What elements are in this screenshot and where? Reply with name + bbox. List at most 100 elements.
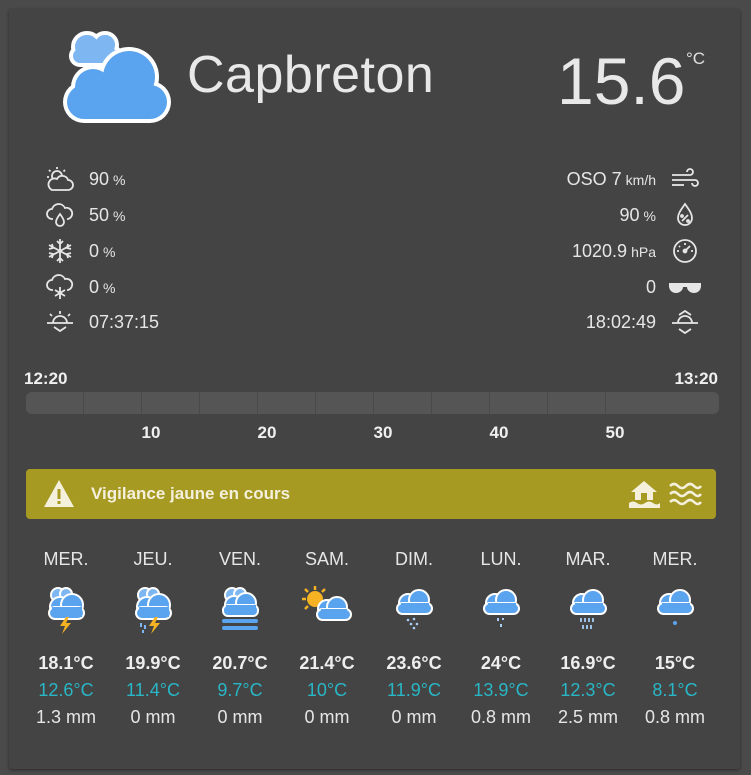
- forecast-rain: 0 mm: [391, 707, 437, 727]
- forecast-day: SAM. 21.4°C 10°C 0 mm: [284, 549, 370, 728]
- forecast-day-name: SAM.: [304, 549, 349, 569]
- timeline-end: 13:20: [674, 369, 718, 388]
- timeline-label: 20: [257, 423, 277, 442]
- forecast-day-name: MAR.: [565, 549, 611, 569]
- forecast-min-temp: 12.3°C: [560, 680, 616, 700]
- forecast-day-name: MER.: [43, 549, 89, 569]
- forecast-min-temp: 10°C: [306, 680, 348, 700]
- forecast-day-name: DIM.: [395, 549, 433, 569]
- uv-row: 0: [646, 274, 702, 300]
- humidity-icon: [668, 202, 702, 228]
- forecast-max-temp: 18.1°C: [38, 653, 94, 673]
- timeline-tick: [315, 392, 316, 414]
- forecast-rain: 0 mm: [130, 707, 176, 727]
- forecast-day-name: VEN.: [218, 549, 261, 569]
- forecast-day: VEN. 20.7°C 9.7°C 0 mm: [197, 549, 283, 728]
- timeline-label: 10: [141, 423, 161, 442]
- current-temperature: 15.6: [557, 44, 686, 118]
- forecast-day: JEU. 19.9°C 11.4°C 0 mm: [110, 549, 196, 728]
- vigilance-banner[interactable]: Vigilance jaune en cours: [26, 469, 716, 519]
- forecast-day: LUN. 24°C 13.9°C 0.8 mm: [458, 549, 544, 728]
- sunset-value: 18:02:49: [585, 311, 656, 332]
- flood-house-icon: [629, 481, 660, 508]
- wind-icon: [668, 166, 702, 192]
- cloud-cover-value: 90: [89, 168, 110, 189]
- rain-probability-row: 50%: [43, 202, 125, 228]
- pressure-value: 1020.9: [572, 240, 628, 261]
- waves-icon: [669, 482, 702, 506]
- sunset-row: 18:02:49: [586, 309, 702, 335]
- forecast-min-temp: 11.9°C: [387, 680, 441, 700]
- forecast-max-temp: 19.9°C: [125, 653, 181, 673]
- timeline-label: 40: [489, 423, 509, 442]
- forecast-day: DIM. 23.6°C 11.9°C 0 mm: [371, 549, 457, 728]
- pressure-unit: hPa: [631, 243, 656, 260]
- forecast-max-temp: 20.7°C: [212, 653, 268, 673]
- timeline-tick: [141, 392, 142, 414]
- forecast-min-temp: 12.6°C: [38, 680, 94, 700]
- forecast-rain: 0 mm: [217, 707, 263, 727]
- light-drizzle-icon: [396, 589, 433, 630]
- frost-icon: [43, 238, 77, 264]
- forecast-rain: 2.5 mm: [557, 707, 618, 727]
- storm-rain-icon: [135, 587, 172, 634]
- precipitation-timeline: [26, 392, 719, 414]
- humidity-value: 90: [619, 204, 640, 225]
- cloud-cover-unit: %: [113, 171, 126, 188]
- wind-value: OSO 7: [566, 168, 622, 189]
- rain-icon: [570, 589, 607, 629]
- pressure-row: 1020.9 hPa: [572, 238, 702, 264]
- sunset-icon: [668, 309, 702, 335]
- forecast-rain: 0 mm: [304, 707, 350, 727]
- timeline-label: 30: [373, 423, 393, 442]
- sunrise-icon: [43, 309, 77, 335]
- timeline-tick: [373, 392, 374, 414]
- forecast-max-temp: 15°C: [654, 653, 696, 673]
- forecast-min-temp: 8.1°C: [652, 680, 698, 700]
- forecast-day: MER. 15°C 8.1°C 0.8 mm: [632, 549, 718, 728]
- pressure-icon: [668, 238, 702, 264]
- temperature-unit: °C: [686, 49, 706, 68]
- city-name: Capbreton: [187, 46, 435, 104]
- forecast-day-name: MER.: [652, 549, 698, 569]
- forecast-max-temp: 24°C: [480, 653, 522, 673]
- forecast-min-temp: 13.9°C: [473, 680, 529, 700]
- forecast-rain: 0.8 mm: [470, 707, 531, 727]
- timeline-start: 12:20: [24, 369, 68, 388]
- light-rain-icon: [657, 589, 694, 625]
- timeline-tick: [431, 392, 432, 414]
- timeline-label: 50: [605, 423, 625, 442]
- rain-probability-value: 50: [89, 204, 110, 225]
- forecast-max-temp: 16.9°C: [560, 653, 616, 673]
- cloudy-icon: [63, 31, 171, 123]
- snow-probability-unit: %: [103, 279, 116, 296]
- frost-row: 0%: [43, 238, 115, 264]
- forecast-rain: 1.3 mm: [35, 707, 96, 727]
- forecast-min-temp: 9.7°C: [217, 680, 263, 700]
- forecast-max-temp: 23.6°C: [386, 653, 442, 673]
- forecast-day-name: LUN.: [480, 549, 522, 569]
- sunrise-row: 07:37:15: [43, 309, 159, 335]
- timeline-tick: [489, 392, 490, 414]
- forecast-rain: 0.8 mm: [644, 707, 705, 727]
- cloud-sun-icon: [43, 166, 77, 192]
- timeline-tick: [199, 392, 200, 414]
- forecast-day: MAR. 16.9°C 12.3°C 2.5 mm: [545, 549, 631, 728]
- timeline-tick: [257, 392, 258, 414]
- uv-sunglasses-icon: [668, 274, 702, 300]
- sunrise-value: 07:37:15: [89, 311, 160, 332]
- forecast-max-temp: 21.4°C: [299, 653, 355, 673]
- wind-row: OSO 7 km/h: [567, 166, 702, 192]
- snow-probability-row: 0%: [43, 274, 115, 300]
- uv-value: 0: [645, 276, 656, 297]
- humidity-unit: %: [643, 207, 656, 224]
- wind-unit: km/h: [625, 171, 656, 188]
- vigilance-text: Vigilance jaune en cours: [91, 484, 291, 503]
- snow-probability-value: 0: [89, 276, 100, 297]
- rain-probability-unit: %: [113, 207, 126, 224]
- humidity-row: 90%: [620, 202, 702, 228]
- forecast-day-name: JEU.: [133, 549, 173, 569]
- cloud-cover-row: 90%: [43, 166, 125, 192]
- storm-icon: [48, 587, 85, 634]
- snow-probability-icon: [43, 274, 77, 300]
